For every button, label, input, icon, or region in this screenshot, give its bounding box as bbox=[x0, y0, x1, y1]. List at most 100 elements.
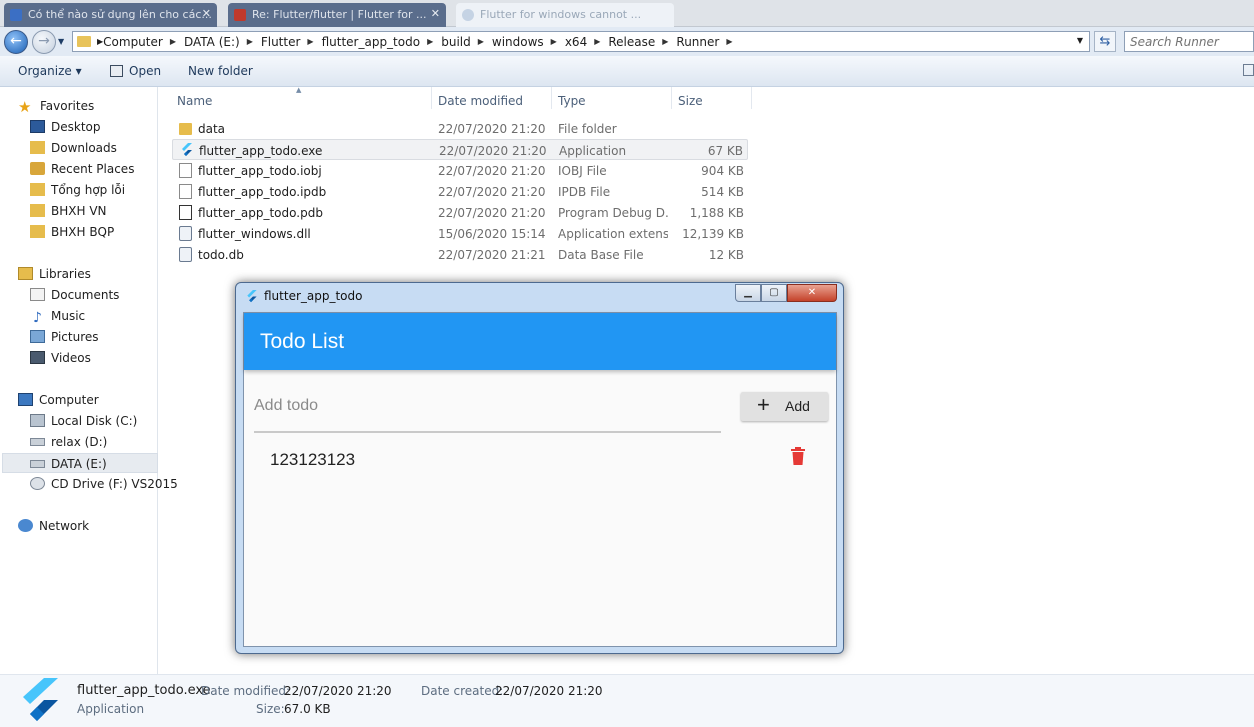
app-bar-title: Todo List bbox=[260, 330, 345, 353]
file-row[interactable]: flutter_windows.dll 15/06/2020 15:14 App… bbox=[172, 223, 748, 244]
column-divider[interactable] bbox=[751, 87, 752, 109]
chevron-right-icon[interactable]: ▶ bbox=[551, 37, 557, 46]
add-todo-input[interactable]: Add todo bbox=[254, 397, 318, 415]
plus-icon: + bbox=[757, 392, 770, 417]
breadcrumb-item[interactable]: Computer bbox=[103, 35, 163, 49]
nav-item-pictures[interactable]: Pictures bbox=[30, 327, 99, 347]
chevron-right-icon[interactable]: ▶ bbox=[594, 37, 600, 46]
breadcrumb-item[interactable]: Flutter bbox=[261, 35, 301, 49]
cd-drive-icon bbox=[30, 477, 45, 490]
nav-label: Desktop bbox=[51, 120, 101, 134]
nav-item-music[interactable]: ♪ Music bbox=[30, 306, 85, 326]
nav-item-videos[interactable]: Videos bbox=[30, 348, 91, 368]
file-name: todo.db bbox=[198, 248, 244, 262]
nav-item-data-e[interactable]: DATA (E:) bbox=[2, 453, 158, 473]
nav-item-tong-hop-loi[interactable]: Tổng hợp lỗi bbox=[30, 180, 125, 200]
close-icon[interactable]: ✕ bbox=[431, 7, 440, 20]
new-folder-button[interactable]: New folder bbox=[188, 64, 253, 78]
breadcrumb-item[interactable]: flutter_app_todo bbox=[322, 35, 420, 49]
file-row[interactable]: flutter_app_todo.pdb 22/07/2020 21:20 Pr… bbox=[172, 202, 748, 223]
flutter-app-window: flutter_app_todo ▁ ▢ ✕ Todo List Add tod… bbox=[235, 282, 844, 654]
chevron-right-icon[interactable]: ▶ bbox=[247, 37, 253, 46]
column-header-name[interactable]: Name bbox=[177, 94, 212, 108]
browser-tab[interactable]: Re: Flutter/flutter | Flutter for ... ✕ bbox=[228, 3, 446, 27]
breadcrumb-item[interactable]: windows bbox=[492, 35, 544, 49]
maximize-icon: ▢ bbox=[769, 287, 779, 298]
nav-label: CD Drive (F:) VS2015 bbox=[51, 477, 178, 491]
file-row[interactable]: flutter_app_todo.ipdb 22/07/2020 21:20 I… bbox=[172, 181, 748, 202]
chevron-right-icon[interactable]: ▶ bbox=[170, 37, 176, 46]
tab-favicon bbox=[234, 9, 246, 21]
column-header-type[interactable]: Type bbox=[558, 94, 586, 108]
column-divider[interactable] bbox=[551, 87, 552, 109]
nav-item-desktop[interactable]: Desktop bbox=[30, 117, 101, 137]
nav-label: relax (D:) bbox=[51, 435, 108, 449]
chevron-right-icon[interactable]: ▶ bbox=[478, 37, 484, 46]
column-header-size[interactable]: Size bbox=[678, 94, 703, 108]
chevron-right-icon[interactable]: ▶ bbox=[427, 37, 433, 46]
column-header-date[interactable]: Date modified bbox=[438, 94, 523, 108]
address-row: ← → ▼ ▶ Computer ▶ DATA (E:) ▶ Flutter ▶ fl… bbox=[0, 27, 1254, 56]
detail-file-name: flutter_app_todo.exe bbox=[77, 683, 211, 698]
nav-item-downloads[interactable]: Downloads bbox=[30, 138, 117, 158]
breadcrumb-item[interactable]: Release bbox=[608, 35, 655, 49]
nav-item-bhxh-vn[interactable]: BHXH VN bbox=[30, 201, 107, 221]
file-row[interactable]: flutter_app_todo.iobj 22/07/2020 21:20 I… bbox=[172, 160, 748, 181]
chevron-right-icon[interactable]: ▶ bbox=[726, 37, 732, 46]
change-view-icon[interactable] bbox=[1243, 64, 1254, 76]
minimize-button[interactable]: ▁ bbox=[735, 284, 761, 302]
breadcrumb: Computer ▶ DATA (E:) ▶ Flutter ▶ flutter_ap… bbox=[103, 35, 740, 49]
column-divider[interactable] bbox=[671, 87, 672, 109]
column-divider[interactable] bbox=[431, 87, 432, 109]
file-size: 12,139 KB bbox=[682, 227, 744, 241]
file-name: flutter_app_todo.ipdb bbox=[198, 185, 327, 199]
file-date: 22/07/2020 21:21 bbox=[438, 248, 546, 262]
add-button[interactable]: + Add bbox=[741, 392, 828, 421]
nav-label: DATA (E:) bbox=[51, 457, 107, 471]
back-button[interactable]: ← bbox=[4, 30, 28, 54]
forward-button[interactable]: → bbox=[32, 30, 56, 54]
file-row[interactable]: data 22/07/2020 21:20 File folder bbox=[172, 118, 748, 139]
file-row[interactable]: todo.db 22/07/2020 21:21 Data Base File … bbox=[172, 244, 748, 265]
nav-item-relax-d[interactable]: relax (D:) bbox=[30, 432, 107, 452]
organize-button[interactable]: Organize ▾ bbox=[18, 64, 82, 78]
address-bar[interactable]: ▶ Computer ▶ DATA (E:) ▶ Flutter ▶ flutter_… bbox=[72, 31, 1090, 52]
desktop-icon bbox=[30, 120, 45, 133]
breadcrumb-item[interactable]: build bbox=[441, 35, 471, 49]
breadcrumb-item[interactable]: Runner bbox=[676, 35, 719, 49]
nav-item-local-disk-c[interactable]: Local Disk (C:) bbox=[30, 411, 137, 431]
recent-pages-dropdown-icon[interactable]: ▼ bbox=[58, 37, 64, 46]
browser-tab[interactable]: Có thể nào sử dụng lên cho các... ✕ bbox=[4, 3, 217, 27]
nav-network[interactable]: Network bbox=[18, 516, 89, 536]
breadcrumb-item[interactable]: DATA (E:) bbox=[184, 35, 240, 49]
close-icon[interactable]: ✕ bbox=[202, 7, 211, 20]
nav-computer[interactable]: Computer bbox=[18, 390, 99, 410]
nav-item-bhxh-bqp[interactable]: BHXH BQP bbox=[30, 222, 114, 242]
nav-libraries[interactable]: Libraries bbox=[18, 264, 91, 284]
open-button[interactable]: Open bbox=[110, 64, 161, 78]
nav-favorites[interactable]: ★ Favorites bbox=[18, 96, 94, 116]
nav-item-documents[interactable]: Documents bbox=[30, 285, 119, 305]
maximize-button[interactable]: ▢ bbox=[761, 284, 787, 302]
nav-label: Pictures bbox=[51, 330, 99, 344]
chevron-right-icon[interactable]: ▶ bbox=[662, 37, 668, 46]
refresh-button[interactable]: ⇆ bbox=[1094, 31, 1116, 52]
detail-date-created: 22/07/2020 21:20 bbox=[495, 684, 603, 698]
browser-tab-active[interactable]: Flutter for windows cannot ... bbox=[456, 3, 674, 27]
arrow-left-icon: ← bbox=[10, 33, 22, 49]
delete-icon[interactable] bbox=[791, 447, 805, 465]
file-row-selected[interactable]: flutter_app_todo.exe 22/07/2020 21:20 Ap… bbox=[172, 139, 748, 160]
chevron-right-icon[interactable]: ▶ bbox=[307, 37, 313, 46]
nav-label: Favorites bbox=[40, 99, 95, 113]
nav-item-recent-places[interactable]: Recent Places bbox=[30, 159, 134, 179]
file-date: 22/07/2020 21:20 bbox=[438, 164, 546, 178]
nav-label: Videos bbox=[51, 351, 91, 365]
drive-icon bbox=[30, 438, 45, 446]
address-dropdown-icon[interactable]: ▼ bbox=[1077, 36, 1083, 45]
search-input[interactable]: Search Runner bbox=[1124, 31, 1254, 52]
close-button[interactable]: ✕ bbox=[787, 284, 837, 302]
folder-icon bbox=[179, 123, 192, 135]
nav-item-cd-drive-f[interactable]: CD Drive (F:) VS2015 bbox=[30, 474, 178, 494]
breadcrumb-item[interactable]: x64 bbox=[565, 35, 587, 49]
folder-icon bbox=[30, 204, 45, 217]
